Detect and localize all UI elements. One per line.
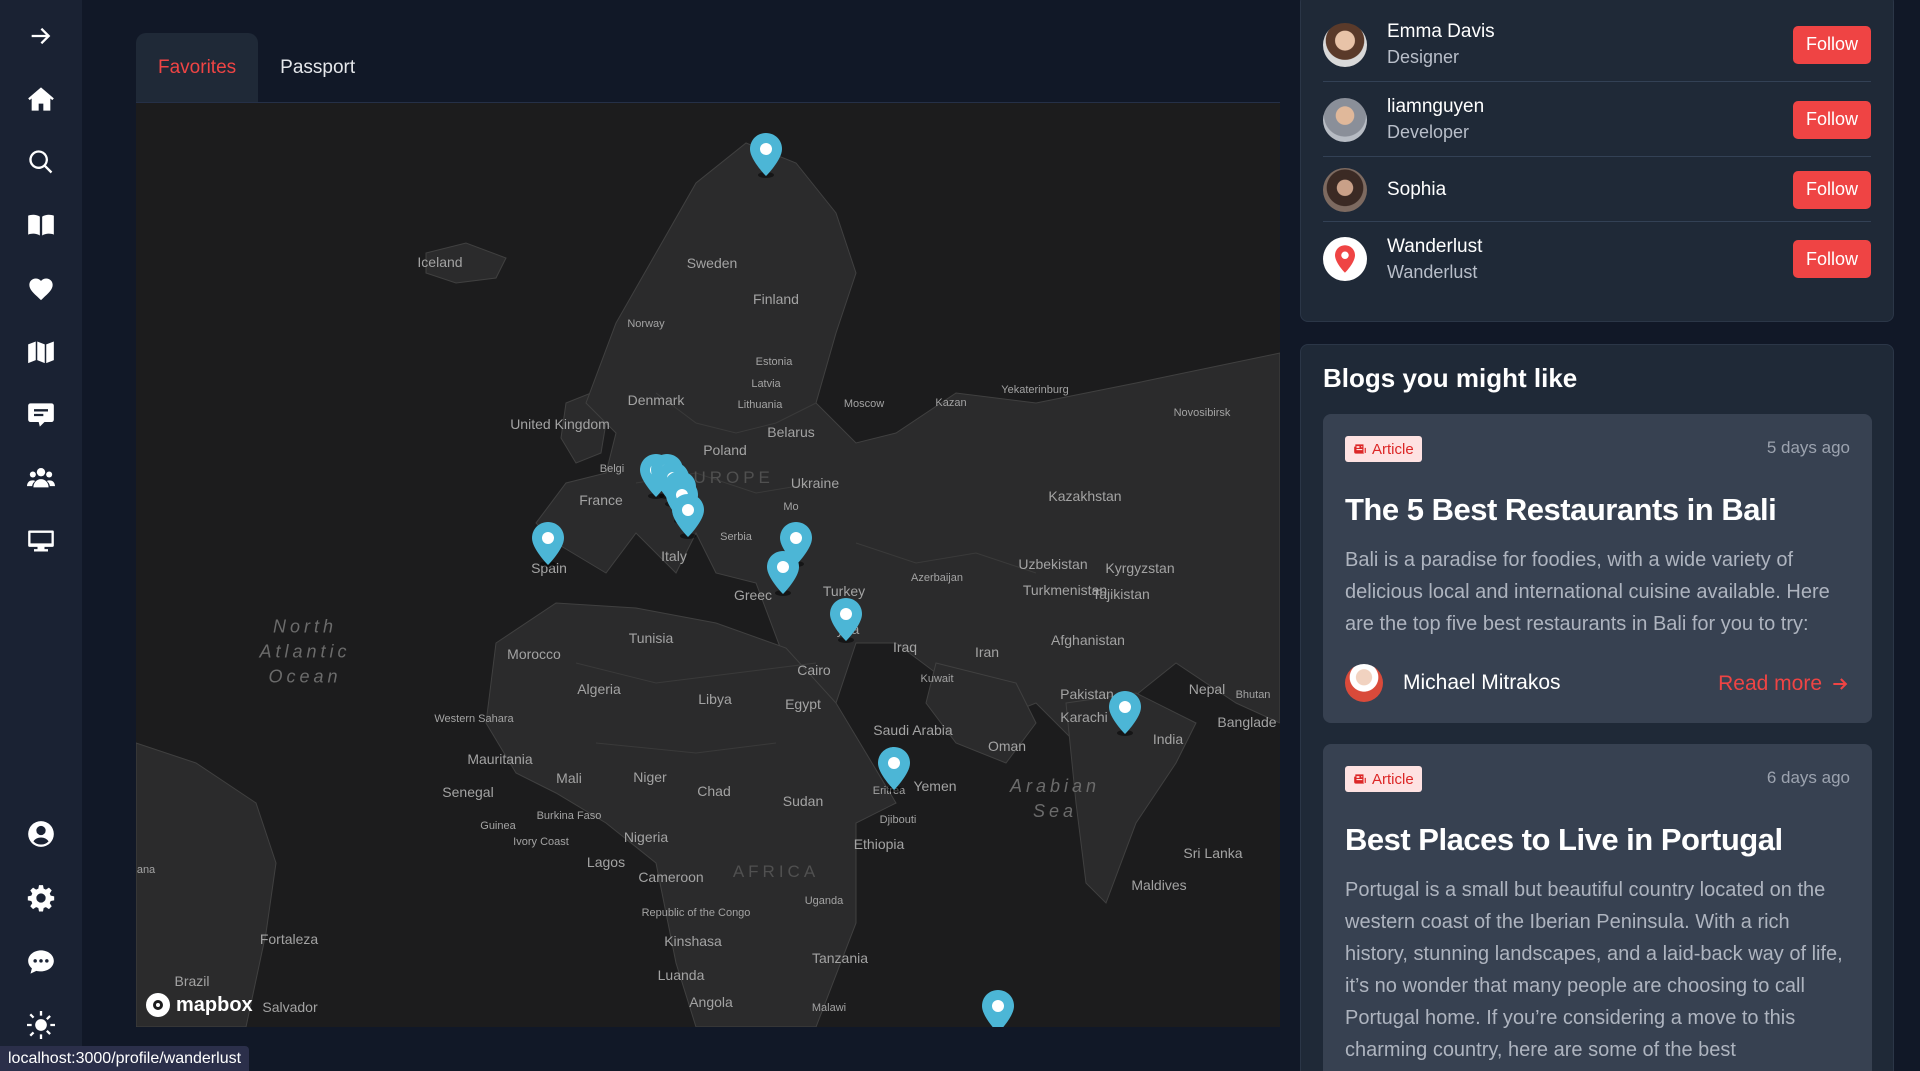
suggested-user-row: liamnguyen Developer Follow bbox=[1323, 83, 1871, 157]
avatar[interactable] bbox=[1323, 237, 1367, 281]
user-name[interactable]: Sophia bbox=[1387, 179, 1793, 201]
favorite-location-pin[interactable] bbox=[765, 550, 801, 596]
avatar[interactable] bbox=[1323, 97, 1367, 142]
badge-label: Article bbox=[1372, 770, 1414, 788]
gear-icon bbox=[27, 885, 55, 912]
book-open-icon bbox=[28, 214, 54, 236]
suggested-user-row: Emma Davis Designer Follow bbox=[1323, 8, 1871, 82]
nav-settings[interactable] bbox=[21, 878, 61, 918]
location-pin-logo-icon bbox=[1335, 245, 1355, 273]
blogs-card: Blogs you might like Article 5 days ago … bbox=[1300, 344, 1894, 1071]
newspaper-icon bbox=[1354, 444, 1366, 454]
badge-label: Article bbox=[1372, 440, 1414, 458]
map-marker-icon bbox=[767, 551, 799, 596]
favorite-location-pin[interactable] bbox=[530, 521, 566, 567]
user-circle-icon bbox=[28, 821, 54, 847]
tab-passport[interactable]: Passport bbox=[258, 33, 377, 103]
suggested-user-row: Wanderlust Wanderlust Follow bbox=[1323, 222, 1871, 296]
blog-author[interactable]: Michael Mitrakos bbox=[1345, 664, 1561, 702]
map-marker-icon bbox=[532, 522, 564, 567]
heart-icon bbox=[29, 278, 53, 301]
arrow-right-icon bbox=[1833, 678, 1848, 690]
favorite-location-pin[interactable] bbox=[828, 597, 864, 643]
blog-excerpt: Bali is a paradise for foodies, with a w… bbox=[1345, 549, 1830, 635]
nav-messages[interactable] bbox=[21, 395, 61, 435]
favorite-location-pin[interactable] bbox=[670, 493, 706, 539]
mapbox-wordmark: mapbox bbox=[176, 993, 253, 1016]
follow-button[interactable]: Follow bbox=[1793, 100, 1871, 139]
arrow-right-icon bbox=[31, 27, 51, 45]
favorite-location-pin[interactable] bbox=[876, 746, 912, 792]
tab-favorites[interactable]: Favorites bbox=[136, 33, 259, 103]
favorite-location-pin[interactable] bbox=[748, 132, 784, 178]
read-more-link[interactable]: Read more bbox=[1718, 672, 1850, 696]
favorite-location-pin[interactable] bbox=[1107, 690, 1143, 736]
status-bar-url: localhost:3000/profile/wanderlust bbox=[0, 1046, 250, 1071]
follow-button[interactable]: Follow bbox=[1793, 170, 1871, 209]
blog-timestamp: 6 days ago bbox=[1766, 768, 1850, 787]
user-role: Wanderlust bbox=[1387, 261, 1478, 282]
blog-title[interactable]: Best Places to Live in Portugal bbox=[1345, 822, 1783, 858]
map-marker-icon bbox=[830, 598, 862, 643]
expand-sidebar-button[interactable] bbox=[21, 16, 61, 56]
map-marker-icon bbox=[878, 747, 910, 792]
nav-community[interactable] bbox=[21, 458, 61, 498]
nav-chat[interactable] bbox=[21, 942, 61, 982]
world-map[interactable]: Iceland Sweden Finland Norway Estonia Latvia L… bbox=[136, 103, 1280, 1027]
map-marker-icon bbox=[672, 494, 704, 539]
search-icon bbox=[29, 150, 53, 174]
newspaper-icon bbox=[1354, 774, 1366, 784]
avatar[interactable] bbox=[1323, 167, 1367, 212]
user-name[interactable]: liamnguyen bbox=[1387, 96, 1793, 118]
blog-card[interactable]: Article 5 days ago The 5 Best Restaurant… bbox=[1323, 414, 1872, 723]
map-marker-icon bbox=[1109, 691, 1141, 736]
nav-map[interactable] bbox=[21, 332, 61, 372]
mapbox-logo-icon bbox=[146, 993, 170, 1017]
theme-toggle-button[interactable] bbox=[21, 1005, 61, 1045]
nav-search[interactable] bbox=[21, 142, 61, 182]
blog-timestamp: 5 days ago bbox=[1766, 438, 1850, 457]
sun-icon bbox=[27, 1011, 55, 1039]
user-role: Designer bbox=[1387, 47, 1460, 67]
nav-favorites[interactable] bbox=[21, 269, 61, 309]
blog-excerpt: Portugal is a small but beautiful countr… bbox=[1345, 879, 1843, 1061]
nav-guides[interactable] bbox=[21, 205, 61, 245]
map-marker-icon bbox=[750, 133, 782, 178]
user-name[interactable]: Emma Davis bbox=[1387, 21, 1793, 43]
follow-button[interactable]: Follow bbox=[1793, 240, 1871, 278]
blogs-heading: Blogs you might like bbox=[1323, 363, 1578, 393]
chat-bubble-icon bbox=[28, 950, 54, 974]
blog-title[interactable]: The 5 Best Restaurants in Bali bbox=[1345, 492, 1777, 528]
nav-home[interactable] bbox=[21, 79, 61, 119]
article-badge: Article bbox=[1345, 436, 1422, 462]
map-tabs: Favorites Passport bbox=[136, 33, 377, 103]
user-name[interactable]: Wanderlust bbox=[1387, 236, 1793, 258]
favorite-location-pin[interactable] bbox=[980, 989, 1016, 1027]
nav-profile[interactable] bbox=[21, 814, 61, 854]
nav-screen[interactable] bbox=[21, 521, 61, 561]
map-geography bbox=[136, 142, 1280, 1027]
suggested-user-row: Sophia Follow bbox=[1323, 158, 1871, 222]
avatar[interactable] bbox=[1323, 22, 1367, 67]
article-badge: Article bbox=[1345, 766, 1422, 792]
users-icon bbox=[27, 467, 55, 488]
read-more-label: Read more bbox=[1718, 672, 1822, 695]
follow-button[interactable]: Follow bbox=[1793, 25, 1871, 64]
home-icon bbox=[28, 87, 54, 111]
map-marker-icon bbox=[982, 990, 1014, 1027]
suggested-users-card: Emma Davis Designer Follow liamnguyen De… bbox=[1300, 0, 1894, 322]
avatar bbox=[1345, 664, 1383, 702]
monitor-icon bbox=[28, 530, 54, 552]
blog-card[interactable]: Article 6 days ago Best Places to Live i… bbox=[1323, 744, 1872, 1071]
map-icon bbox=[28, 341, 54, 364]
mapbox-attribution[interactable]: mapbox bbox=[146, 993, 253, 1017]
user-role: Developer bbox=[1387, 122, 1470, 142]
author-name: Michael Mitrakos bbox=[1403, 671, 1561, 694]
sidebar bbox=[0, 0, 82, 1071]
comment-icon bbox=[28, 403, 54, 427]
